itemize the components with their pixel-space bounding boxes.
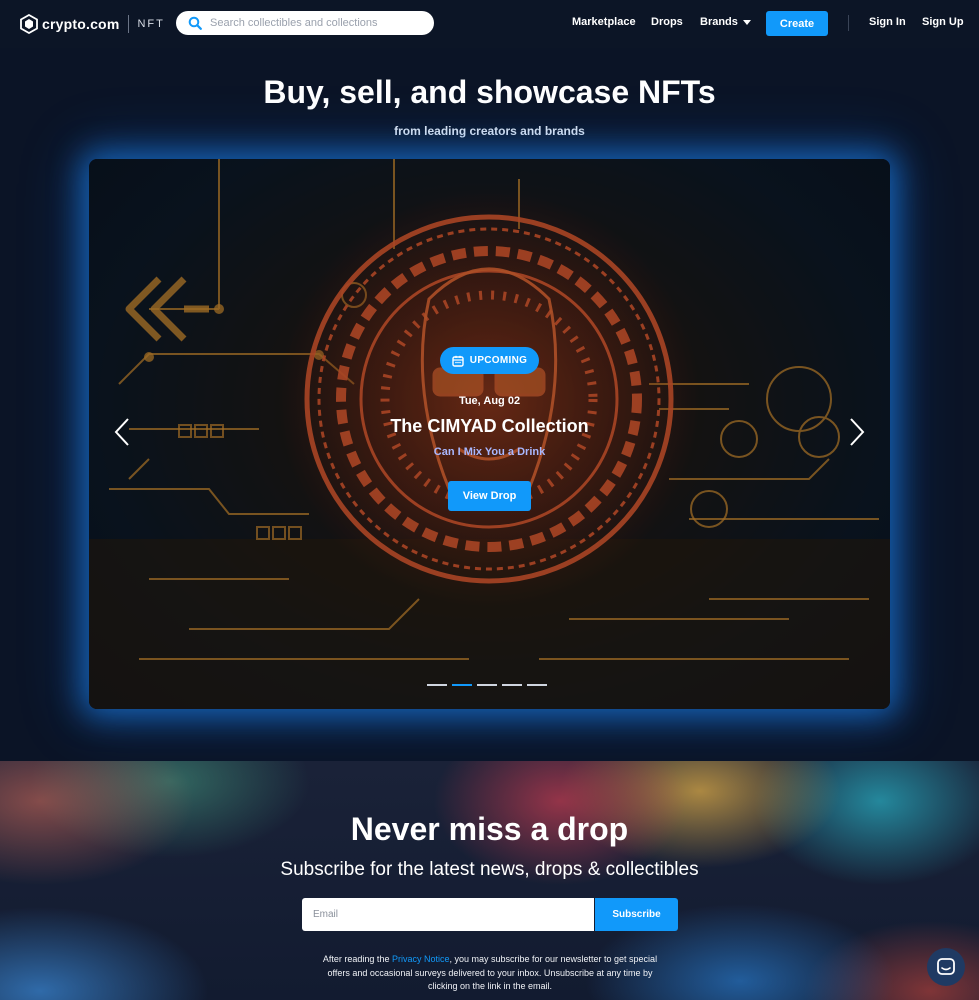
carousel-dot[interactable]	[427, 684, 447, 686]
subscribe-button[interactable]: Subscribe	[595, 898, 678, 931]
logo-suffix: NFT	[137, 18, 165, 30]
email-field[interactable]	[302, 898, 594, 931]
nav-marketplace[interactable]: Marketplace	[572, 16, 636, 28]
nav-brands-label: Brands	[700, 16, 738, 28]
sign-in-link[interactable]: Sign In	[869, 16, 906, 28]
chat-icon	[937, 958, 955, 975]
top-nav: crypto.com NFT Marketplace Drops Brands …	[0, 0, 979, 48]
crypto-logo-icon	[20, 14, 38, 34]
chat-button[interactable]	[927, 948, 965, 986]
create-button[interactable]: Create	[766, 11, 828, 36]
badge-label: UPCOMING	[469, 355, 528, 366]
search-input[interactable]	[208, 16, 432, 30]
nav-divider	[848, 15, 849, 31]
privacy-notice-link[interactable]: Privacy Notice	[392, 954, 450, 964]
drop-date: Tue, Aug 02	[458, 395, 521, 407]
hero-title: Buy, sell, and showcase NFTs	[263, 74, 716, 110]
upcoming-badge: UPCOMING	[440, 347, 539, 374]
logo-text: crypto.com	[42, 16, 120, 32]
nav-drops[interactable]: Drops	[651, 16, 683, 28]
carousel-dot[interactable]	[527, 684, 547, 686]
search-icon	[188, 16, 202, 30]
chevron-down-icon	[742, 19, 751, 25]
newsletter-section: Never miss a drop Subscribe for the late…	[0, 761, 979, 1000]
newsletter-legal-text: After reading the Privacy Notice, you ma…	[315, 953, 665, 994]
calendar-icon	[452, 355, 464, 367]
arrow-right-icon[interactable]	[848, 417, 866, 447]
sign-up-link[interactable]: Sign Up	[922, 16, 964, 28]
carousel-dot[interactable]	[477, 684, 497, 686]
newsletter-subtitle: Subscribe for the latest news, drops & c…	[280, 859, 699, 880]
drop-title: The CIMYAD Collection	[390, 416, 589, 436]
carousel-indicators	[427, 684, 547, 686]
hero-subtitle: from leading creators and brands	[394, 124, 585, 138]
logo-divider	[128, 15, 130, 33]
arrow-left-icon[interactable]	[113, 417, 131, 447]
newsletter-title: Never miss a drop	[350, 811, 629, 847]
search-bar	[176, 11, 434, 35]
legal-text-start: After reading the	[322, 954, 392, 964]
logo[interactable]: crypto.com NFT	[20, 14, 165, 34]
carousel-dot-active[interactable]	[452, 684, 472, 686]
carousel-dot[interactable]	[502, 684, 522, 686]
nav-brands[interactable]: Brands	[700, 16, 751, 28]
view-drop-button[interactable]: View Drop	[448, 481, 531, 511]
drop-subtitle: Can I Mix You a Drink	[433, 446, 546, 458]
featured-drop-banner[interactable]: UPCOMING Tue, Aug 02 The CIMYAD Collecti…	[89, 159, 890, 709]
